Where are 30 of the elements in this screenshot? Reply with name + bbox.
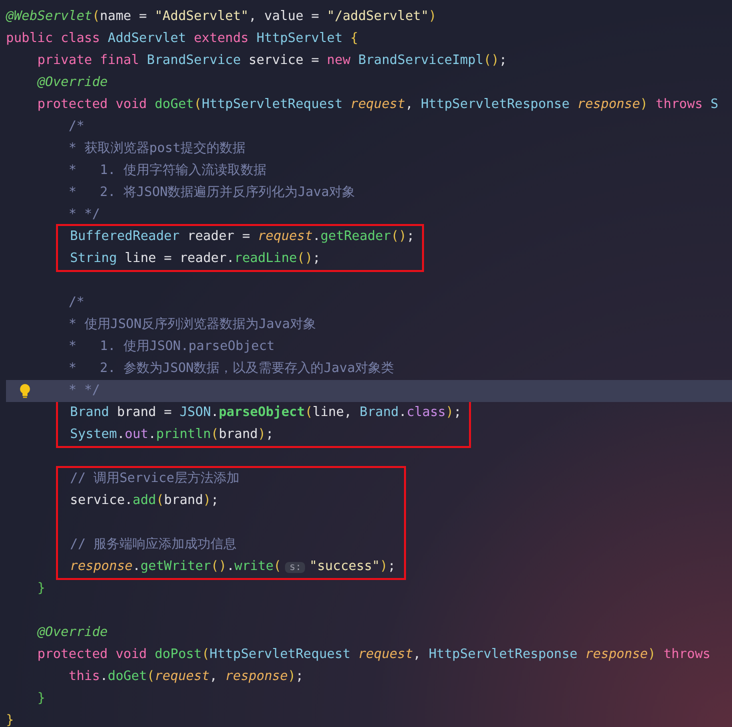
code-line: } bbox=[37, 690, 46, 708]
code-line: @Override bbox=[37, 624, 108, 642]
code-line: /* bbox=[68, 118, 84, 136]
code-line: } bbox=[6, 712, 14, 727]
code-line: * 1. 使用JSON.parseObject bbox=[68, 338, 275, 356]
code-line: /* bbox=[68, 294, 84, 312]
code-line: * 使用JSON反序列浏览器数据为Java对象 bbox=[68, 316, 316, 334]
code-line: private final BrandService service = new BrandServiceImpl(); bbox=[37, 52, 507, 70]
code-line: * 2. 将JSON数据遍历并反序列化为Java对象 bbox=[68, 184, 356, 202]
code-line: * 2. 参数为JSON数据，以及需要存入的Java对象类 bbox=[68, 360, 394, 378]
code-line: String line = reader.readLine(); bbox=[70, 250, 320, 268]
code-line: // 服务端响应添加成功信息 bbox=[70, 536, 236, 554]
code-line: * */ bbox=[68, 206, 100, 224]
code-line: System.out.println(brand); bbox=[70, 426, 274, 444]
code-line: BufferedReader reader = request.getReader(); bbox=[70, 228, 414, 246]
code-line: @WebServlet(name = "AddServlet", value = "/addServlet") bbox=[6, 8, 436, 26]
code-line: response.getWriter().write( s: "success"); bbox=[70, 558, 396, 576]
code-line: @Override bbox=[37, 74, 108, 92]
lightbulb-icon[interactable] bbox=[18, 383, 32, 399]
code-line: * 获取浏览器post提交的数据 bbox=[68, 140, 246, 158]
code-line: this.doGet(request, response); bbox=[68, 668, 304, 686]
code-line: // 调用Service层方法添加 bbox=[70, 470, 240, 488]
code-line: * 1. 使用字符输入流读取数据 bbox=[68, 162, 266, 180]
code-line: Brand brand = JSON.parseObject(line, Brand.class); bbox=[70, 404, 462, 422]
code-line: } bbox=[37, 580, 46, 598]
code-line: protected void doGet(HttpServletRequest request, HttpServletResponse response) throws S bbox=[37, 96, 718, 114]
code-line: service.add(brand); bbox=[70, 492, 219, 510]
code-line: public class AddServlet extends HttpServlet { bbox=[6, 30, 358, 48]
code-line: * */ bbox=[68, 382, 100, 400]
code-line: protected void doPost(HttpServletRequest request, HttpServletResponse response) throws bbox=[37, 646, 710, 664]
